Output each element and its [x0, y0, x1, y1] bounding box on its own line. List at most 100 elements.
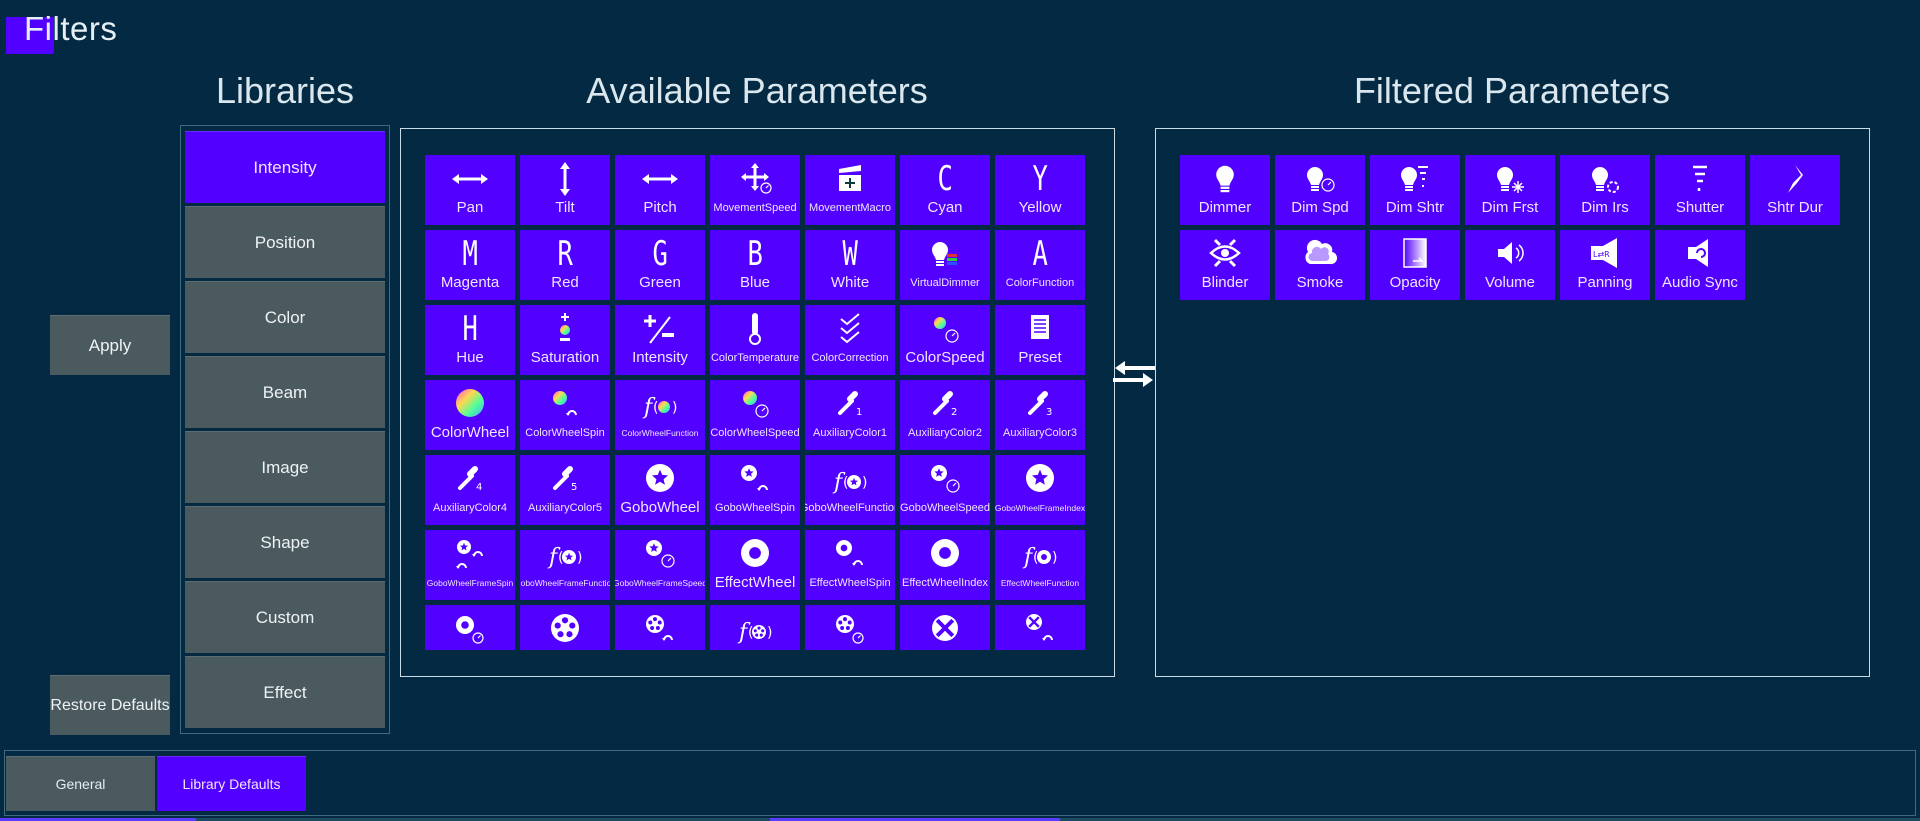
- available-param-tile[interactable]: EffectWheelSpin: [805, 530, 895, 600]
- available-param-tile[interactable]: f() GoboWheelFunction: [805, 455, 895, 525]
- available-param-tile[interactable]: MovementSpeed: [710, 155, 800, 225]
- available-param-tile[interactable]: VirtualDimmer: [900, 230, 990, 300]
- library-item-color[interactable]: Color: [185, 281, 385, 353]
- apply-button[interactable]: Apply: [50, 315, 170, 375]
- effect-wheel-speed-icon: [450, 611, 490, 647]
- available-param-tile[interactable]: W White: [805, 230, 895, 300]
- param-label: Preset: [1018, 349, 1062, 366]
- available-param-tile[interactable]: f() ColorWheelFunction: [615, 380, 705, 450]
- available-param-tile[interactable]: Tilt: [520, 155, 610, 225]
- available-param-tile[interactable]: Y Yellow: [995, 155, 1085, 225]
- available-param-tile[interactable]: GoboWheelSpin: [710, 455, 800, 525]
- param-label: VirtualDimmer: [910, 277, 980, 289]
- available-param-tile[interactable]: A ColorFunction: [995, 230, 1085, 300]
- available-param-tile[interactable]: 4 AuxiliaryColor4: [425, 455, 515, 525]
- filtered-param-tile[interactable]: Blinder: [1180, 230, 1270, 300]
- available-param-tile[interactable]: 3 AuxiliaryColor3: [995, 380, 1085, 450]
- available-param-tile[interactable]: Pan: [425, 155, 515, 225]
- opacity-icon: [1395, 236, 1435, 272]
- available-param-tile[interactable]: [520, 605, 610, 650]
- available-param-tile[interactable]: ColorTemperature: [710, 305, 800, 375]
- library-item-position[interactable]: Position: [185, 206, 385, 278]
- filtered-param-tile[interactable]: Shutter: [1655, 155, 1745, 225]
- svg-text:(: (: [653, 400, 658, 416]
- available-param-tile[interactable]: R Red: [520, 230, 610, 300]
- letter-b-icon: B: [745, 236, 765, 272]
- available-param-tile[interactable]: Preset: [995, 305, 1085, 375]
- restore-defaults-button[interactable]: Restore Defaults: [50, 675, 170, 735]
- param-label: Tilt: [555, 199, 575, 216]
- available-param-tile[interactable]: [900, 605, 990, 650]
- color-wheel-spin-icon: [545, 386, 585, 422]
- available-param-tile[interactable]: B Blue: [710, 230, 800, 300]
- available-param-tile[interactable]: ColorWheelSpeed: [710, 380, 800, 450]
- available-param-tile[interactable]: Saturation: [520, 305, 610, 375]
- library-item-intensity[interactable]: Intensity: [185, 131, 385, 203]
- available-param-tile[interactable]: ColorWheel: [425, 380, 515, 450]
- param-label: ColorCorrection: [811, 352, 889, 364]
- available-param-tile[interactable]: f() EffectWheelFunction: [995, 530, 1085, 600]
- filtered-param-tile[interactable]: Dim Spd: [1275, 155, 1365, 225]
- param-label: Smoke: [1296, 274, 1344, 291]
- filtered-param-tile[interactable]: Dimmer: [1180, 155, 1270, 225]
- bulb-iris-icon: [1585, 161, 1625, 197]
- available-param-tile[interactable]: GoboWheelSpeed: [900, 455, 990, 525]
- glyph-letter: W: [842, 234, 858, 274]
- available-param-tile[interactable]: 5 AuxiliaryColor5: [520, 455, 610, 525]
- library-item-shape[interactable]: Shape: [185, 506, 385, 578]
- available-param-tile[interactable]: [805, 605, 895, 650]
- available-param-tile[interactable]: GoboWheelFrameIndex: [995, 455, 1085, 525]
- param-label: Pitch: [643, 199, 677, 216]
- param-label: GoboWheelSpeed: [900, 502, 990, 514]
- filtered-param-tile[interactable]: Dim Frst: [1465, 155, 1555, 225]
- available-param-tile[interactable]: [615, 605, 705, 650]
- available-param-tile[interactable]: f() GoboWheelFrameFunction: [520, 530, 610, 600]
- library-item-custom[interactable]: Custom: [185, 581, 385, 653]
- filtered-param-tile[interactable]: Shtr Dur: [1750, 155, 1840, 225]
- filtered-param-tile[interactable]: Smoke: [1275, 230, 1365, 300]
- available-param-tile[interactable]: M Magenta: [425, 230, 515, 300]
- filtered-param-tile[interactable]: L⇄R Panning: [1560, 230, 1650, 300]
- svg-text:): ): [577, 550, 582, 566]
- filtered-param-tile[interactable]: Volume: [1465, 230, 1555, 300]
- filtered-param-tile[interactable]: Audio Sync: [1655, 230, 1745, 300]
- param-label: Pan: [456, 199, 484, 216]
- available-param-tile[interactable]: GoboWheel: [615, 455, 705, 525]
- library-item-image[interactable]: Image: [185, 431, 385, 503]
- available-param-tile[interactable]: GoboWheelFrameSpin: [425, 530, 515, 600]
- filtered-param-tile[interactable]: Dim Irs: [1560, 155, 1650, 225]
- available-param-tile[interactable]: GoboWheelFrameSpeed: [615, 530, 705, 600]
- available-param-tile[interactable]: f(): [710, 605, 800, 650]
- available-param-tile[interactable]: H Hue: [425, 305, 515, 375]
- available-param-tile[interactable]: Intensity: [615, 305, 705, 375]
- available-param-tile[interactable]: ColorWheelSpin: [520, 380, 610, 450]
- speaker-panning-icon: L⇄R: [1585, 236, 1625, 272]
- library-item-effect[interactable]: Effect: [185, 656, 385, 728]
- svg-text:): ): [767, 625, 772, 641]
- gobo-wheel-function-icon: f(): [545, 536, 585, 572]
- tab-general[interactable]: General: [6, 756, 155, 811]
- filtered-param-tile[interactable]: Dim Shtr: [1370, 155, 1460, 225]
- available-param-tile[interactable]: [995, 605, 1085, 650]
- available-param-tile[interactable]: ColorCorrection: [805, 305, 895, 375]
- available-param-tile[interactable]: 1 AuxiliaryColor1: [805, 380, 895, 450]
- available-param-tile[interactable]: 2 AuxiliaryColor2: [900, 380, 990, 450]
- available-param-tile[interactable]: EffectWheelIndex: [900, 530, 990, 600]
- param-label: MovementMacro: [809, 202, 891, 214]
- available-param-tile[interactable]: MovementMacro: [805, 155, 895, 225]
- tab-library-defaults[interactable]: Library Defaults: [157, 756, 306, 811]
- filtered-parameters-panel: Dimmer Dim Spd Dim Shtr Dim Frst Dim Irs Shut…: [1155, 128, 1870, 677]
- available-param-tile[interactable]: C Cyan: [900, 155, 990, 225]
- available-param-tile[interactable]: G Green: [615, 230, 705, 300]
- available-param-tile[interactable]: [425, 605, 515, 650]
- param-label: AuxiliaryColor5: [528, 502, 602, 514]
- filtered-param-tile[interactable]: Opacity: [1370, 230, 1460, 300]
- param-label: GoboWheelFrameSpeed: [615, 578, 705, 588]
- available-param-tile[interactable]: ColorSpeed: [900, 305, 990, 375]
- available-param-tile[interactable]: Pitch: [615, 155, 705, 225]
- library-item-beam[interactable]: Beam: [185, 356, 385, 428]
- swap-arrows-icon[interactable]: [1113, 360, 1155, 388]
- effect-wheel-icon: [925, 536, 965, 572]
- available-param-tile[interactable]: EffectWheel: [710, 530, 800, 600]
- param-label: Dim Shtr: [1385, 199, 1445, 216]
